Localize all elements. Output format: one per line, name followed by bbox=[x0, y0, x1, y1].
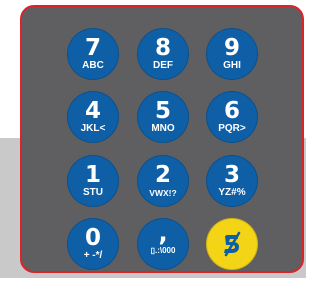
key-5-digit: 5 bbox=[154, 97, 171, 124]
cancel-button[interactable] bbox=[206, 218, 258, 270]
key-8[interactable]: 8 DEF bbox=[137, 28, 189, 80]
key-4-letters: JKL< bbox=[80, 122, 106, 134]
key-0[interactable]: 0 + -*/ bbox=[67, 218, 119, 270]
key-2-letters: VWX!? bbox=[149, 187, 177, 198]
key-4[interactable]: 4 JKL< bbox=[67, 91, 119, 143]
key-1-digit: 1 bbox=[84, 161, 101, 188]
key-1-letters: STU bbox=[83, 186, 103, 198]
key-comma-symbol: , bbox=[158, 218, 168, 247]
key-9-letters: GHI bbox=[223, 59, 241, 71]
key-1[interactable]: 1 STU bbox=[67, 155, 119, 207]
key-3-digit: 3 bbox=[223, 161, 240, 188]
key-7-digit: 7 bbox=[84, 34, 101, 61]
cancel-slash-icon bbox=[224, 231, 241, 257]
key-6[interactable]: 6 PQR> bbox=[206, 91, 258, 143]
key-comma[interactable]: , ▯.:\000 bbox=[137, 218, 189, 270]
key-0-symbols: + -*/ bbox=[83, 249, 103, 261]
keypad-panel: 7 ABC 8 DEF 9 GHI 4 JKL< 5 MNO 6 PQR> 1 … bbox=[20, 5, 304, 273]
key-5-letters: MNO bbox=[151, 122, 175, 134]
key-4-digit: 4 bbox=[84, 97, 101, 124]
key-7-letters: ABC bbox=[82, 59, 104, 71]
key-8-digit: 8 bbox=[154, 34, 171, 61]
key-8-letters: DEF bbox=[153, 59, 173, 71]
key-6-letters: PQR> bbox=[218, 122, 246, 134]
key-comma-symbols: ▯.:\000 bbox=[150, 245, 176, 255]
key-0-digit: 0 bbox=[84, 224, 101, 251]
key-2-digit: 2 bbox=[154, 161, 171, 188]
key-2[interactable]: 2 VWX!? bbox=[137, 155, 189, 207]
key-5[interactable]: 5 MNO bbox=[137, 91, 189, 143]
key-6-digit: 6 bbox=[223, 97, 240, 124]
key-7[interactable]: 7 ABC bbox=[67, 28, 119, 80]
key-3[interactable]: 3 YZ#% bbox=[206, 155, 258, 207]
key-9[interactable]: 9 GHI bbox=[206, 28, 258, 80]
key-9-digit: 9 bbox=[223, 34, 240, 61]
key-3-letters: YZ#% bbox=[218, 186, 246, 198]
